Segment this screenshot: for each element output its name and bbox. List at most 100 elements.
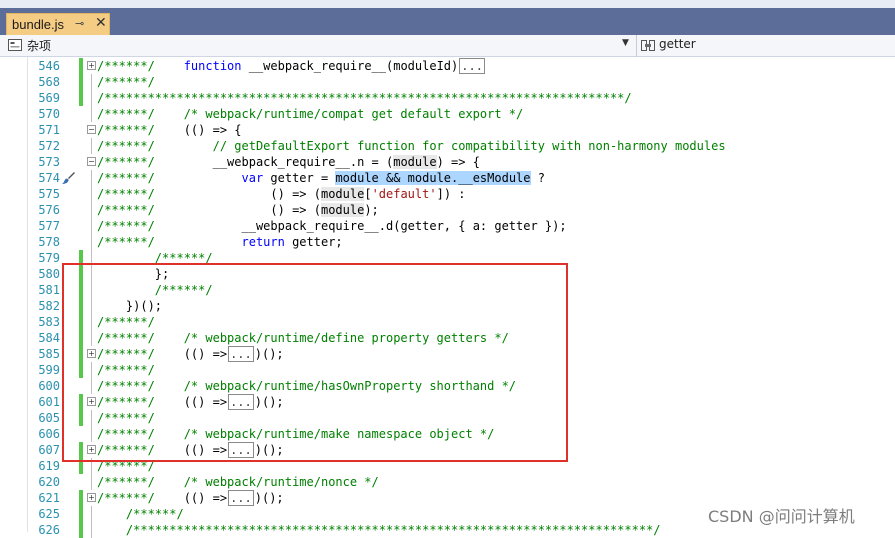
navigation-bar: 杂项 ▼ getter bbox=[0, 35, 895, 57]
code-line[interactable]: 577 /******/ __webpack_require__.d(getter… bbox=[0, 218, 895, 234]
window-top-band bbox=[0, 0, 895, 8]
outline-guide bbox=[91, 522, 92, 538]
line-number: 585 bbox=[38, 347, 60, 361]
line-number: 568 bbox=[38, 75, 60, 89]
code-line[interactable]: 571 −/******/ (() => { bbox=[0, 122, 895, 138]
line-number: 575 bbox=[38, 187, 60, 201]
code-line[interactable]: 575 /******/ () => (module['default']) : bbox=[0, 186, 895, 202]
code-token: (() => { bbox=[183, 123, 242, 137]
code-token: /******/ bbox=[97, 155, 213, 169]
pin-icon[interactable]: ⊸ bbox=[75, 17, 84, 30]
highlight-rectangle bbox=[62, 263, 568, 462]
outline-guide bbox=[91, 90, 92, 106]
navbar-divider bbox=[636, 35, 637, 57]
line-number: 579 bbox=[38, 251, 60, 265]
collapsed-region-button[interactable]: ... bbox=[459, 58, 485, 74]
code-token: __webpack_require__(moduleId) bbox=[241, 59, 459, 73]
code-line[interactable]: 620 /******/ /* webpack/runtime/nonce */ bbox=[0, 474, 895, 490]
code-token: /******/ bbox=[97, 203, 271, 217]
code-token: ) => { bbox=[436, 155, 480, 169]
code-token: ? bbox=[530, 171, 545, 185]
line-number: 621 bbox=[38, 491, 60, 505]
outline-guide bbox=[91, 218, 92, 234]
collapse-icon[interactable]: − bbox=[87, 157, 96, 166]
outline-guide bbox=[91, 202, 92, 218]
expand-icon[interactable]: + bbox=[87, 493, 96, 502]
line-number: 580 bbox=[38, 267, 60, 281]
expand-icon[interactable]: + bbox=[87, 61, 96, 70]
code-token: /******/ bbox=[97, 187, 271, 201]
change-marker bbox=[79, 90, 83, 106]
change-marker bbox=[79, 506, 83, 522]
code-token: getter = bbox=[263, 171, 336, 185]
code-text: /******/ __webpack_require__.d(getter, {… bbox=[97, 218, 567, 234]
outline-guide bbox=[91, 170, 92, 186]
document-tab-bar bbox=[0, 8, 895, 35]
code-token: __webpack_require__.n = ( bbox=[212, 155, 394, 169]
code-line[interactable]: 576 /******/ () => (module); bbox=[0, 202, 895, 218]
watermark: CSDN @问问计算机 bbox=[708, 507, 855, 526]
line-number: 606 bbox=[38, 427, 60, 441]
collapsed-region-button[interactable]: ... bbox=[228, 490, 254, 506]
code-text: /******/ () => (module); bbox=[97, 202, 379, 218]
outline-guide bbox=[91, 106, 92, 122]
member-dropdown-label[interactable]: getter bbox=[659, 37, 696, 51]
line-number: 600 bbox=[38, 379, 60, 393]
outline-guide bbox=[91, 474, 92, 490]
code-line[interactable]: 578 /******/ return getter; bbox=[0, 234, 895, 250]
line-number: 626 bbox=[38, 523, 60, 537]
collapse-icon[interactable]: − bbox=[87, 125, 96, 134]
line-number: 582 bbox=[38, 299, 60, 313]
member-icon bbox=[641, 40, 655, 51]
code-token: () => ( bbox=[270, 187, 321, 201]
line-number: 605 bbox=[38, 411, 60, 425]
code-line[interactable]: 568 /******/ bbox=[0, 74, 895, 90]
code-line[interactable]: 546 +/******/ function __webpack_require_… bbox=[0, 58, 895, 74]
code-line[interactable]: 569 /************************************… bbox=[0, 90, 895, 106]
line-number: 607 bbox=[38, 443, 60, 457]
code-token: () => ( bbox=[270, 203, 321, 217]
code-line[interactable]: 574 /******/ var getter = module && modul… bbox=[0, 170, 895, 186]
code-text: /******/ bbox=[97, 74, 155, 90]
code-token: /******/ /* webpack/runtime/compat get d… bbox=[97, 107, 524, 121]
outline-guide bbox=[91, 234, 92, 250]
code-token: 'default' bbox=[371, 187, 437, 201]
code-token: getter; bbox=[284, 235, 343, 249]
code-text: /******/ __webpack_require__.n = (module… bbox=[97, 154, 480, 170]
code-token: module && module.__esModule bbox=[335, 171, 531, 185]
code-text: /******/ /* webpack/runtime/nonce */ bbox=[97, 474, 379, 490]
code-token: /******/ bbox=[97, 491, 184, 505]
line-number: 581 bbox=[38, 283, 60, 297]
code-token: /******/ bbox=[97, 75, 155, 89]
line-number: 546 bbox=[38, 59, 60, 73]
code-token: var bbox=[241, 171, 264, 185]
code-token: module bbox=[320, 187, 365, 201]
line-number: 584 bbox=[38, 331, 60, 345]
line-number: 625 bbox=[38, 507, 60, 521]
code-line[interactable]: 572 /******/ // getDefaultExport function… bbox=[0, 138, 895, 154]
line-number: 571 bbox=[38, 123, 60, 137]
chevron-down-icon[interactable]: ▼ bbox=[622, 38, 634, 52]
code-text: /******/ () => (module['default']) : bbox=[97, 186, 466, 202]
paintbrush-icon[interactable] bbox=[61, 171, 75, 185]
line-number: 569 bbox=[38, 91, 60, 105]
code-line[interactable]: 573 −/******/ __webpack_require__.n = (mo… bbox=[0, 154, 895, 170]
code-token: function bbox=[183, 59, 242, 73]
line-number: 576 bbox=[38, 203, 60, 217]
code-token: (() => bbox=[183, 491, 228, 505]
code-line[interactable]: 570 /******/ /* webpack/runtime/compat ge… bbox=[0, 106, 895, 122]
line-number: 601 bbox=[38, 395, 60, 409]
code-text: /***************************************… bbox=[97, 90, 632, 106]
code-text: /******/ return getter; bbox=[97, 234, 343, 250]
close-icon[interactable]: ✕ bbox=[95, 15, 107, 31]
tab-bundle-js[interactable]: bundle.js ⊸ ✕ bbox=[6, 13, 110, 35]
code-token: /******/ // getDefaultExport function fo… bbox=[97, 139, 726, 153]
code-token: /***************************************… bbox=[97, 91, 632, 105]
line-number: 599 bbox=[38, 363, 60, 377]
change-marker bbox=[79, 58, 83, 74]
code-token: /***************************************… bbox=[125, 523, 661, 537]
project-dropdown-label[interactable]: 杂项 bbox=[27, 37, 51, 54]
code-token: return bbox=[241, 235, 285, 249]
code-token: /******/ /* webpack/runtime/nonce */ bbox=[97, 475, 379, 489]
